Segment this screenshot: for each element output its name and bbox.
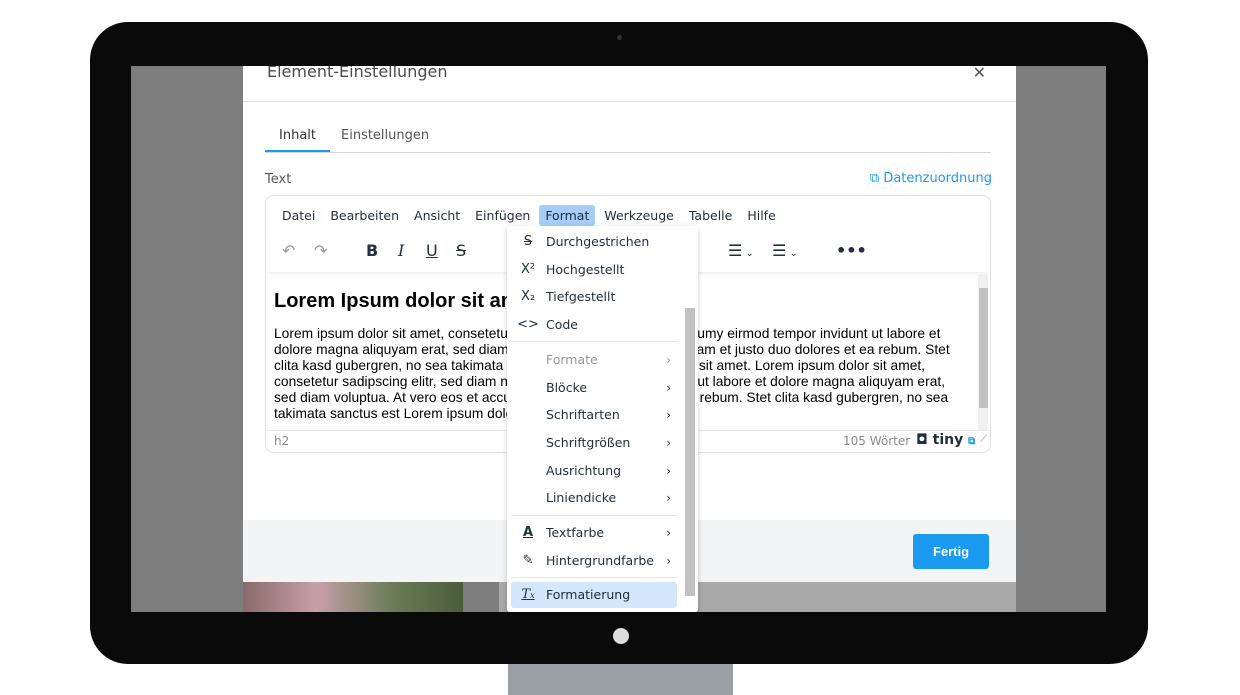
menu-item-subscript[interactable]: X₂ Tiefgestellt bbox=[511, 284, 677, 310]
subscript-icon: X₂ bbox=[520, 289, 536, 304]
menu-item-label: Durchgestrichen bbox=[546, 234, 650, 249]
tiny-logo[interactable]: ◘ tiny ⧉ bbox=[916, 432, 975, 448]
editor-menubar: Datei Bearbeiten Ansicht Einfügen Format… bbox=[276, 205, 781, 226]
more-icon[interactable]: ••• bbox=[836, 241, 867, 260]
menu-item-bloecke[interactable]: Blöcke › bbox=[511, 375, 677, 401]
redo-icon[interactable]: ↷ bbox=[314, 241, 327, 260]
menu-item-liniendicke[interactable]: Liniendicke › bbox=[511, 485, 677, 511]
menu-item-ausrichtung[interactable]: Ausrichtung › bbox=[511, 458, 677, 484]
remove-format-icon: Tx bbox=[521, 587, 535, 602]
bold-icon[interactable]: B bbox=[366, 241, 378, 260]
menu-item-strikethrough[interactable]: S Durchgestrichen bbox=[511, 229, 677, 255]
undo-icon[interactable]: ↶ bbox=[282, 241, 295, 260]
chevron-right-icon: › bbox=[666, 464, 671, 478]
background-image bbox=[243, 582, 463, 612]
chevron-right-icon: › bbox=[666, 526, 671, 540]
tiny-brand: tiny bbox=[932, 432, 964, 448]
menu-item-remove-formatting[interactable]: Tx Formatierung entfernen bbox=[511, 582, 677, 608]
menu-item-label: Code bbox=[546, 317, 579, 332]
strikethrough-icon[interactable]: S bbox=[456, 241, 466, 260]
menu-item-hintergrundfarbe[interactable]: ✎ Hintergrundfarbe › bbox=[511, 548, 677, 574]
chevron-right-icon: › bbox=[666, 436, 671, 450]
dialog-title: Element-Einstellungen bbox=[267, 66, 448, 81]
menu-item-label: Tiefgestellt bbox=[546, 289, 616, 304]
scrollbar-thumb[interactable] bbox=[685, 308, 695, 596]
data-mapping-link[interactable]: ⧉ Datenzuordnung bbox=[870, 171, 992, 186]
italic-icon[interactable]: I bbox=[398, 241, 404, 260]
highlight-icon: ✎ bbox=[522, 553, 534, 568]
menu-item-label: Blöcke bbox=[546, 380, 588, 395]
menu-item-textfarbe[interactable]: A Textfarbe › bbox=[511, 520, 677, 546]
superscript-icon: X² bbox=[520, 262, 536, 277]
underline-icon[interactable]: U bbox=[426, 241, 438, 260]
menu-item-superscript[interactable]: X² Hochgestellt bbox=[511, 257, 677, 283]
scrollbar-thumb[interactable] bbox=[979, 288, 988, 408]
camera bbox=[617, 35, 622, 40]
menu-item-schriftarten[interactable]: Schriftarten › bbox=[511, 402, 677, 428]
done-button[interactable]: Fertig bbox=[913, 534, 989, 569]
element-path[interactable]: h2 bbox=[274, 434, 289, 448]
menu-tabelle[interactable]: Tabelle bbox=[683, 205, 739, 226]
menu-separator bbox=[511, 341, 677, 342]
chevron-right-icon: › bbox=[666, 491, 671, 505]
chevron-right-icon: › bbox=[666, 554, 671, 568]
menu-item-label: Liniendicke bbox=[546, 490, 617, 505]
menu-item-formate[interactable]: Formate › bbox=[511, 347, 677, 373]
text-color-icon: A bbox=[522, 525, 534, 540]
tabs: Inhalt Einstellungen bbox=[265, 126, 991, 153]
menu-bearbeiten[interactable]: Bearbeiten bbox=[324, 205, 405, 226]
numbered-list-icon[interactable]: ☰ ⌄ bbox=[728, 241, 754, 260]
divider bbox=[243, 101, 1016, 102]
menu-item-label: Hintergrundfarbe bbox=[546, 553, 654, 568]
bullet-list-icon[interactable]: ☰ ⌄ bbox=[772, 241, 798, 260]
menu-item-schriftgroessen[interactable]: Schriftgrößen › bbox=[511, 430, 677, 456]
screen: Element-Einstellungen ✕ Inhalt Einstellu… bbox=[131, 66, 1106, 612]
strikethrough-icon: S bbox=[523, 234, 533, 249]
menu-ansicht[interactable]: Ansicht bbox=[408, 205, 466, 226]
menu-item-label: Schriftarten bbox=[546, 407, 620, 422]
external-link-icon: ⧉ bbox=[869, 171, 884, 186]
menu-item-label: Textfarbe bbox=[546, 525, 605, 540]
editor-scrollbar[interactable] bbox=[978, 274, 988, 430]
text-field-label: Text bbox=[265, 172, 292, 187]
menu-datei[interactable]: Datei bbox=[276, 205, 321, 226]
tab-inhalt[interactable]: Inhalt bbox=[265, 128, 330, 152]
menu-item-label: Schriftgrößen bbox=[546, 435, 631, 450]
menu-item-label: Formate bbox=[546, 352, 598, 367]
menu-werkzeuge[interactable]: Werkzeuge bbox=[598, 205, 680, 226]
menu-einfuegen[interactable]: Einfügen bbox=[469, 205, 536, 226]
menu-item-label: Formatierung entfernen bbox=[546, 587, 631, 602]
data-mapping-label: Datenzuordnung bbox=[883, 171, 992, 186]
external-link-icon: ⧉ bbox=[968, 436, 976, 447]
chevron-right-icon: › bbox=[666, 353, 671, 367]
menu-item-label: Hochgestellt bbox=[546, 262, 625, 277]
close-icon[interactable]: ✕ bbox=[973, 66, 986, 82]
code-icon: <> bbox=[517, 317, 539, 332]
word-count[interactable]: 105 Wörter bbox=[843, 434, 910, 448]
chevron-right-icon: › bbox=[666, 408, 671, 422]
menu-item-label: Ausrichtung bbox=[546, 463, 622, 478]
format-menu: S Durchgestrichen X² Hochgestellt X₂ Tiefge… bbox=[507, 226, 698, 612]
monitor-button bbox=[613, 628, 629, 644]
chevron-right-icon: › bbox=[666, 381, 671, 395]
menu-scrollbar[interactable] bbox=[684, 228, 696, 610]
menu-separator bbox=[511, 515, 677, 516]
menu-item-code[interactable]: <> Code bbox=[511, 312, 677, 338]
menu-separator bbox=[511, 577, 677, 578]
menu-format[interactable]: Format bbox=[539, 205, 596, 226]
resize-handle-icon[interactable]: ⟋ bbox=[980, 434, 987, 445]
tab-einstellungen[interactable]: Einstellungen bbox=[341, 128, 429, 143]
menu-hilfe[interactable]: Hilfe bbox=[741, 205, 781, 226]
